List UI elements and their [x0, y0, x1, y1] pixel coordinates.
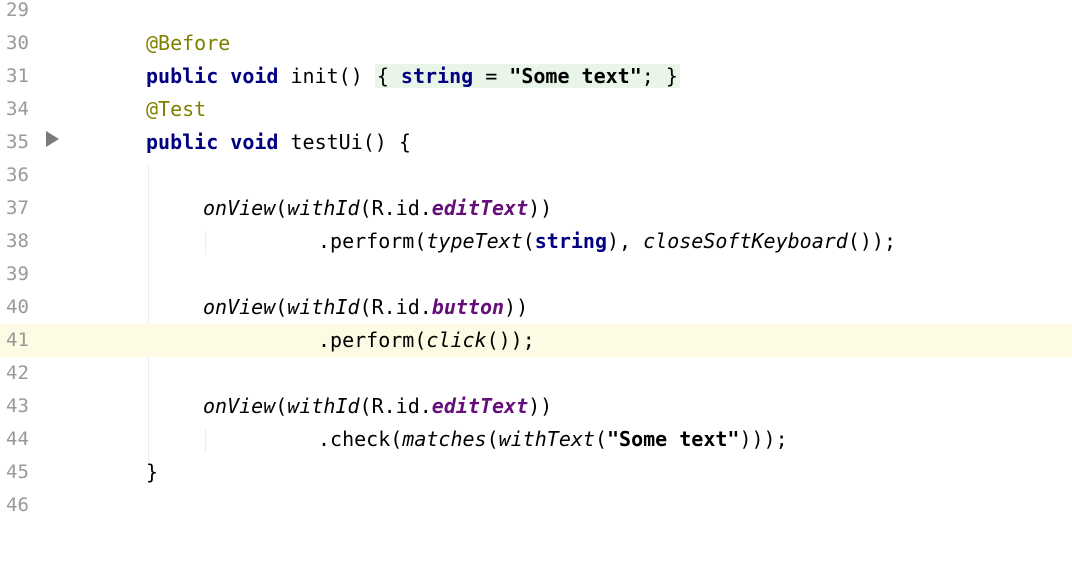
- code-line[interactable]: 39: [0, 258, 1072, 291]
- method-call: withId: [287, 295, 360, 319]
- punctuation: ());: [847, 229, 896, 253]
- method-signature: testUi() {: [290, 130, 411, 154]
- code-line[interactable]: 40 onView(withId(R.id.button)): [0, 291, 1072, 324]
- code-line[interactable]: 38 .perform(typeText(string), closeSoftK…: [0, 225, 1072, 258]
- code-line[interactable]: 30 @Before: [0, 27, 1072, 60]
- keyword-token: public: [146, 64, 219, 88]
- code-line[interactable]: 44 .check(matches(withText("Some text"))…: [0, 423, 1072, 456]
- code-text: public void testUi() {: [146, 126, 411, 159]
- code-text: onView(withId(R.id.editText)): [203, 390, 552, 423]
- run-test-icon[interactable]: [46, 131, 59, 147]
- code-text: onView(withId(R.id.editText)): [203, 192, 552, 225]
- string-literal: "Some text": [509, 64, 642, 88]
- method-call: withText: [498, 427, 595, 451]
- punctuation: ),: [607, 229, 644, 253]
- code-editor[interactable]: 29 30 @Before 31 public void init() { st…: [0, 0, 1072, 518]
- brace-token: }: [665, 64, 678, 88]
- field-token: string: [400, 64, 474, 88]
- method-call: .check(: [318, 427, 403, 451]
- code-text: .perform(typeText(string), closeSoftKeyb…: [318, 225, 896, 258]
- code-text: }: [146, 456, 158, 489]
- punctuation: (R.id.: [359, 295, 432, 319]
- code-line[interactable]: 36: [0, 159, 1072, 192]
- punctuation: (R.id.: [359, 394, 432, 418]
- code-line[interactable]: 29: [0, 0, 1072, 27]
- code-line[interactable]: 43 onView(withId(R.id.editText)): [0, 390, 1072, 423]
- method-call: withId: [287, 196, 360, 220]
- line-number[interactable]: 40: [6, 291, 46, 324]
- field-token: button: [431, 295, 505, 319]
- line-number[interactable]: 38: [6, 225, 46, 258]
- code-line[interactable]: 37 onView(withId(R.id.editText)): [0, 192, 1072, 225]
- brace-token: {: [376, 64, 389, 88]
- line-number[interactable]: 42: [6, 357, 46, 390]
- method-call: onView: [203, 394, 276, 418]
- code-line[interactable]: 31 public void init() { string = "Some t…: [0, 60, 1072, 93]
- line-number[interactable]: 35: [6, 126, 46, 159]
- method-call: matches: [402, 427, 487, 451]
- line-number[interactable]: 46: [6, 489, 46, 522]
- punctuation: (: [275, 196, 288, 220]
- punctuation: (: [275, 394, 288, 418]
- string-literal: "Some text": [607, 427, 740, 451]
- method-call: .perform(: [318, 229, 427, 253]
- code-line[interactable]: 46: [0, 489, 1072, 522]
- operator-token: =: [473, 64, 510, 88]
- code-text: public void init() { string = "Some text…: [146, 60, 680, 93]
- punctuation: )): [504, 295, 529, 319]
- code-line[interactable]: 35 public void testUi() {: [0, 126, 1072, 159]
- method-call: click: [426, 328, 487, 352]
- code-line[interactable]: 45 }: [0, 456, 1072, 489]
- method-name: init(): [290, 64, 363, 88]
- keyword-token: public: [146, 130, 219, 154]
- keyword-token: void: [230, 130, 279, 154]
- punctuation: )): [528, 394, 553, 418]
- semicolon-token: ;: [641, 64, 654, 88]
- punctuation: (: [275, 295, 288, 319]
- method-call: onView: [203, 295, 276, 319]
- punctuation: )): [528, 196, 553, 220]
- line-number[interactable]: 45: [6, 456, 46, 489]
- annotation-token: @Test: [146, 97, 207, 121]
- line-number[interactable]: 31: [6, 60, 46, 93]
- punctuation: (: [594, 427, 608, 451]
- line-number[interactable]: 37: [6, 192, 46, 225]
- line-number[interactable]: 34: [6, 93, 46, 126]
- keyword-token: void: [230, 64, 279, 88]
- method-call: withId: [287, 394, 360, 418]
- annotation-token: @Before: [146, 31, 231, 55]
- brace-token: }: [146, 460, 159, 484]
- line-number[interactable]: 41: [6, 324, 46, 357]
- code-text: onView(withId(R.id.button)): [203, 291, 528, 324]
- field-token: editText: [431, 394, 529, 418]
- field-token: editText: [431, 196, 529, 220]
- code-text: .perform(click());: [318, 324, 535, 357]
- code-line-current[interactable]: 41 .perform(click());: [0, 324, 1072, 357]
- method-call: closeSoftKeyboard: [643, 229, 848, 253]
- method-call: .perform(: [318, 328, 427, 352]
- line-number[interactable]: 30: [6, 27, 46, 60]
- punctuation: (: [486, 427, 499, 451]
- method-call: onView: [203, 196, 276, 220]
- line-number[interactable]: 44: [6, 423, 46, 456]
- code-line[interactable]: 42: [0, 357, 1072, 390]
- line-number[interactable]: 29: [6, 0, 46, 27]
- method-call: typeText: [426, 229, 523, 253]
- line-number[interactable]: 39: [6, 258, 46, 291]
- punctuation: (: [522, 229, 535, 253]
- code-line[interactable]: 34 @Test: [0, 93, 1072, 126]
- field-token: string: [534, 229, 607, 253]
- line-number[interactable]: 43: [6, 390, 46, 423]
- code-text: .check(matches(withText("Some text")));: [318, 423, 788, 456]
- code-text: @Before: [146, 27, 230, 60]
- punctuation: )));: [739, 427, 788, 451]
- code-text: @Test: [146, 93, 206, 126]
- punctuation: (R.id.: [359, 196, 432, 220]
- folded-region[interactable]: { string = "Some text"; }: [374, 64, 680, 88]
- punctuation: ());: [486, 328, 535, 352]
- line-number[interactable]: 36: [6, 159, 46, 192]
